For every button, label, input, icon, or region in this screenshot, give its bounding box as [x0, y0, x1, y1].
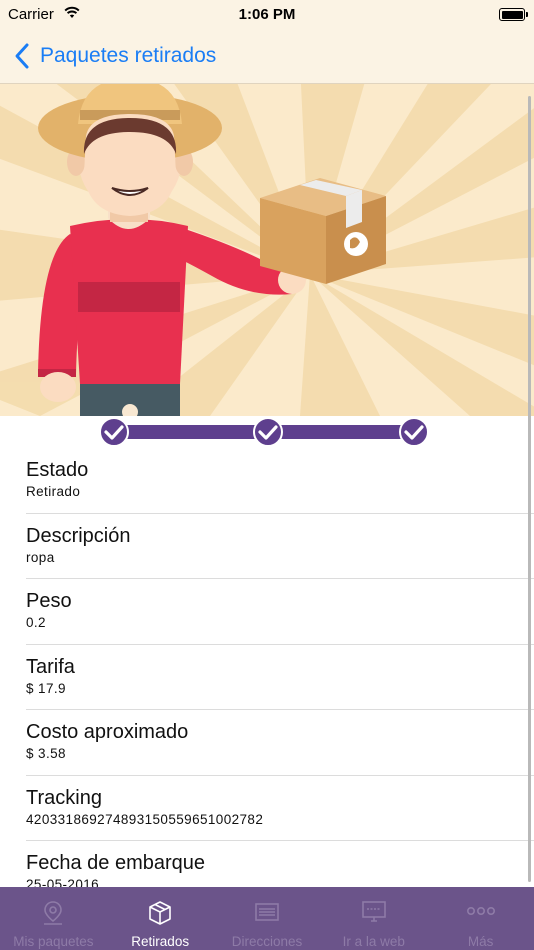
tab-label: Ir a la web	[342, 934, 405, 949]
step-1-check-icon	[99, 417, 129, 447]
tab-direcciones[interactable]: Direcciones	[214, 887, 321, 950]
tab-retirados[interactable]: Retirados	[107, 887, 214, 950]
tab-mas[interactable]: Más	[427, 887, 534, 950]
detail-label: Estado	[26, 459, 89, 481]
more-dots-icon	[466, 907, 495, 916]
detail-label: Fecha de embarque	[26, 852, 206, 874]
delivery-man-image	[0, 84, 534, 416]
detail-label: Costo aproximado	[26, 721, 189, 743]
detail-value: $ 3.58	[26, 746, 66, 761]
scroll-indicator[interactable]	[528, 96, 531, 882]
detail-row-costo: Costo aproximado $ 3.58	[26, 710, 534, 776]
detail-row-estado: Estado Retirado	[26, 448, 534, 514]
detail-row-descripcion: Descripción ropa	[26, 514, 534, 579]
status-bar: Carrier 1:06 PM	[0, 0, 534, 30]
back-label: Paquetes retirados	[40, 44, 217, 67]
tab-label: Retirados	[131, 934, 190, 949]
box-icon	[149, 901, 171, 925]
tab-mis-paquetes[interactable]: Mis paquetes	[0, 887, 107, 950]
detail-value: ropa	[26, 549, 55, 565]
detail-row-peso: Peso 0.2	[26, 579, 534, 645]
detail-row-tarifa: Tarifa $ 17.9	[26, 645, 534, 710]
tab-bar: Mis paquetes Retirados Direcciones Ir a …	[0, 887, 534, 950]
detail-label: Tracking	[26, 786, 102, 809]
detail-value: 25-05-2016	[26, 877, 100, 887]
progress-bar	[99, 417, 429, 447]
clock: 1:06 PM	[238, 6, 296, 23]
detail-row-tracking: Tracking 420331869274893150559651002782	[26, 776, 534, 841]
back-button[interactable]: Paquetes retirados	[14, 38, 216, 74]
detail-row-fecha: Fecha de embarque 25-05-2016	[26, 841, 534, 887]
detail-value: 0.2	[26, 615, 46, 630]
tab-label: Direcciones	[231, 934, 303, 949]
detail-value: $ 17.9	[26, 680, 66, 696]
detail-value: Retirado	[26, 484, 81, 499]
detail-label: Descripción	[26, 524, 131, 547]
chevron-left-icon	[15, 43, 29, 69]
tab-label: Más	[467, 934, 494, 949]
address-card-icon	[255, 903, 279, 921]
detail-label: Peso	[26, 590, 72, 612]
step-2-check-icon	[253, 417, 283, 447]
hero-illustration	[0, 84, 534, 416]
navigation-bar: Paquetes retirados	[0, 30, 534, 84]
tab-label: Mis paquetes	[13, 934, 94, 949]
battery-icon	[499, 8, 528, 21]
monitor-icon	[361, 901, 386, 922]
step-3-check-icon	[399, 417, 429, 447]
tab-ir-a-la-web[interactable]: Ir a la web	[320, 887, 427, 950]
progress-tracker	[0, 416, 534, 448]
package-details-list[interactable]: Estado Retirado Descripción ropa Peso 0.…	[0, 448, 534, 887]
detail-value: 420331869274893150559651002782	[26, 811, 264, 827]
detail-label: Tarifa	[26, 655, 75, 678]
map-pin-icon	[44, 901, 63, 925]
